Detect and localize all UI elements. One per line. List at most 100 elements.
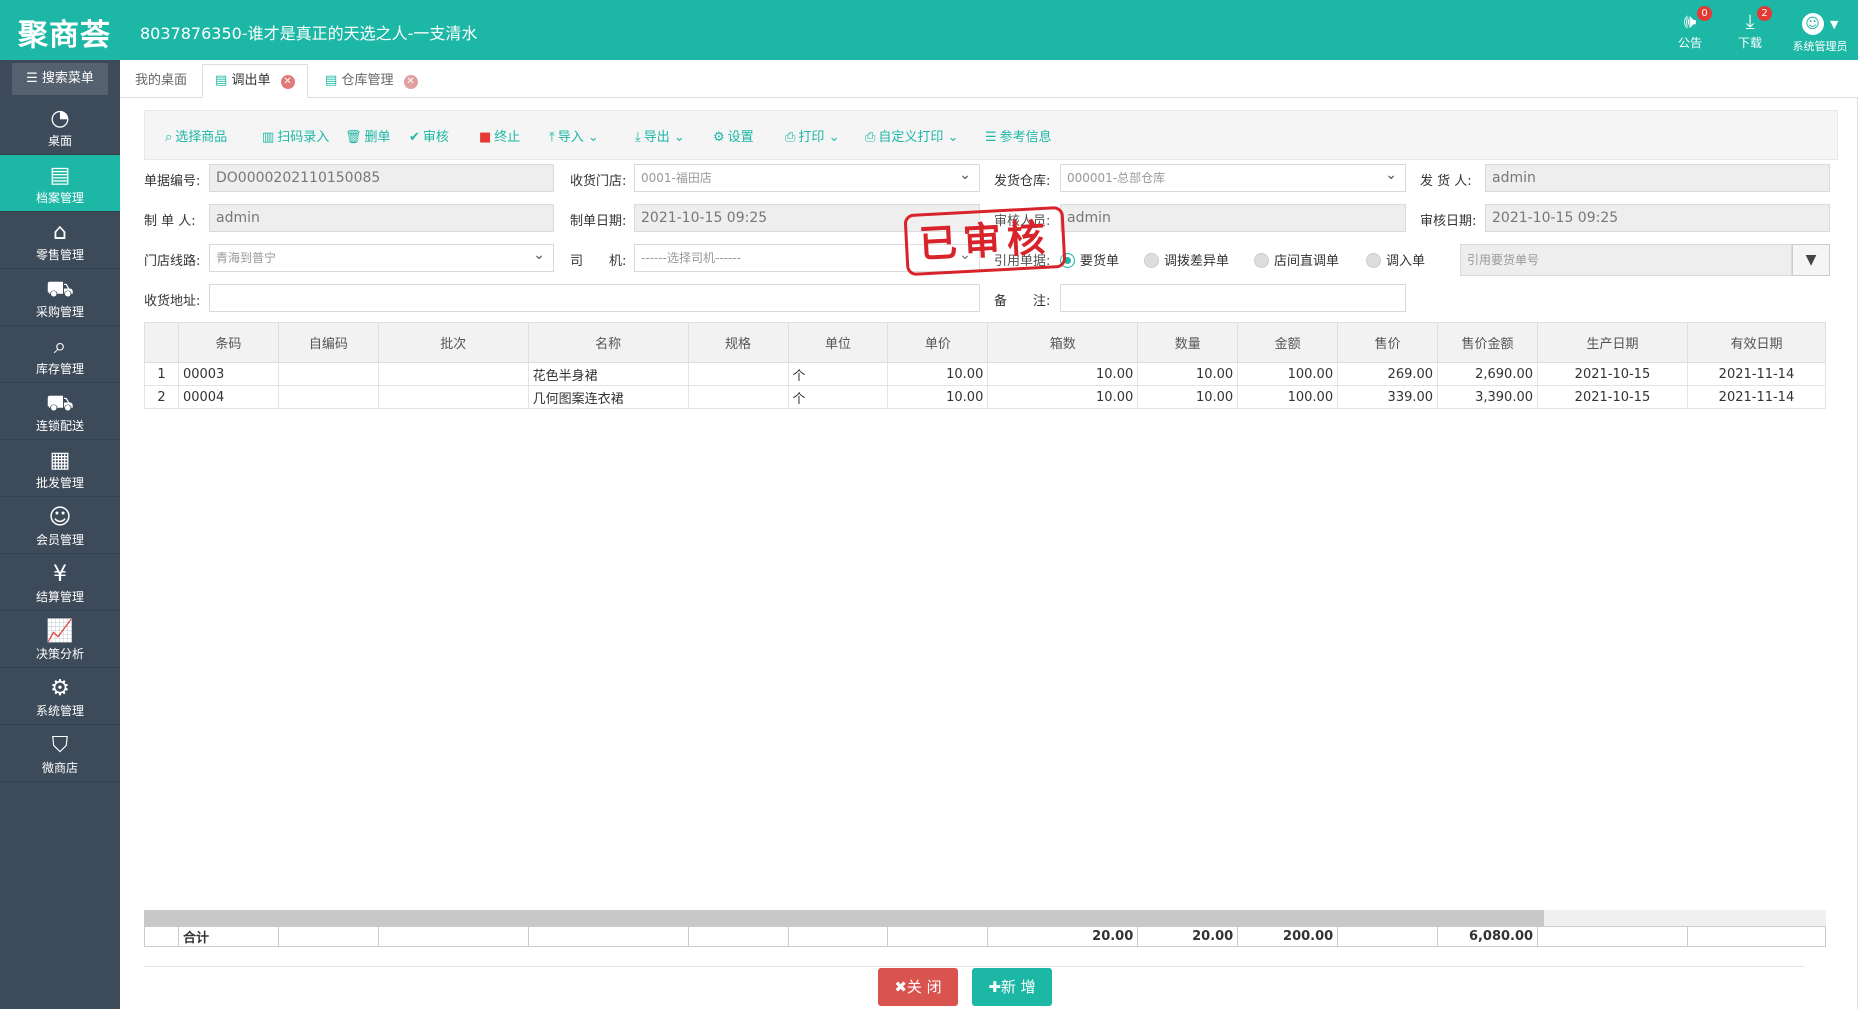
route-select[interactable]: 青海到普宁 (209, 244, 554, 272)
address-input[interactable] (209, 284, 980, 312)
scrollbar-thumb[interactable] (144, 910, 1544, 926)
printer-icon: ⎙ (865, 130, 876, 145)
sidebar-item-analysis[interactable]: 📈 决策分析 (0, 611, 120, 668)
sidebar-item-archive[interactable]: ▤ 档案管理 (0, 155, 120, 212)
yen-icon: ¥ (53, 562, 67, 587)
tab-transfer-out[interactable]: ▤ 调出单 ✕ (202, 64, 308, 98)
shipper-label: 发 货 人: (1420, 174, 1472, 189)
tab-warehouse[interactable]: ▤ 仓库管理 ✕ (312, 64, 431, 98)
maker-label: 制 单 人: (144, 214, 196, 229)
new-button[interactable]: ✚新 增 (972, 968, 1052, 1006)
chevron-down-icon: ⌄ (947, 130, 959, 145)
totals-row: 合计 20.00 20.00 200.00 6,080.00 (144, 926, 1827, 947)
col-expiry-date[interactable]: 有效日期 (1686, 322, 1827, 363)
total-quantity: 20.00 (1137, 926, 1239, 947)
col-unit-price[interactable]: 单价 (887, 322, 989, 363)
col-unit[interactable]: 单位 (787, 322, 889, 363)
remark-input[interactable] (1060, 284, 1406, 312)
doc-no-field[interactable]: DO0000202110150085 (209, 164, 554, 192)
select-goods-button[interactable]: ⌕ 选择商品 (165, 126, 227, 145)
sidebar-item-wholesale[interactable]: ▦ 批发管理 (0, 440, 120, 497)
recv-store-select[interactable]: 0001-福田店 (634, 164, 980, 192)
notice-button[interactable]: 🕪 0 公告 (1660, 6, 1720, 54)
list-icon: ☰ (985, 130, 997, 145)
export-icon: ⤓ (635, 130, 641, 145)
ref-no-input[interactable]: 引用要货单号 (1460, 244, 1792, 276)
horizontal-scrollbar[interactable] (144, 910, 1826, 926)
col-production-date[interactable]: 生产日期 (1537, 322, 1688, 363)
filter-icon: ▼ (1805, 252, 1817, 268)
ship-wh-select[interactable]: 000001-总部仓库 (1060, 164, 1406, 192)
archive-icon: ▤ (49, 163, 71, 188)
dashboard-icon: ◔ (50, 106, 70, 131)
audit-button[interactable]: ✔ 审核 (409, 126, 449, 145)
gear-icon: ⚙ (713, 130, 725, 145)
member-icon: ☺ (48, 505, 72, 530)
sidebar-item-microstore[interactable]: ⛉ 微商店 (0, 725, 120, 782)
radio-store-direct[interactable]: 店间直调单 (1254, 250, 1339, 269)
totals-row-table: 合计 20.00 20.00 200.00 6,080.00 (144, 926, 1827, 947)
col-spec[interactable]: 规格 (687, 322, 789, 363)
chevron-down-icon: ⌄ (587, 130, 599, 145)
sidebar-item-retail[interactable]: ⌂ 零售管理 (0, 212, 120, 269)
close-button[interactable]: ✖关 闭 (878, 968, 958, 1006)
col-self-code[interactable]: 自编码 (277, 322, 379, 363)
sidebar-item-member[interactable]: ☺ 会员管理 (0, 497, 120, 554)
radio-transfer-in[interactable]: 调入单 (1366, 250, 1425, 269)
col-barcode[interactable]: 条码 (177, 322, 279, 363)
sidebar-item-distribution[interactable]: ⛟ 连锁配送 (0, 383, 120, 440)
col-sale-price[interactable]: 售价 (1337, 322, 1439, 363)
col-sale-amount[interactable]: 售价金额 (1437, 322, 1538, 363)
audit-date-field[interactable]: 2021-10-15 09:25 (1485, 204, 1830, 232)
export-button[interactable]: ⤓ 导出 ⌄ (635, 126, 685, 145)
col-amount[interactable]: 金额 (1237, 322, 1339, 363)
top-header: 聚商荟 8037876350-谁才是真正的天选之人-一支清水 🕪 0 公告 ⤓ … (0, 0, 1858, 60)
col-name[interactable]: 名称 (527, 322, 689, 363)
reference-info-button[interactable]: ☰ 参考信息 (985, 126, 1052, 145)
table-row[interactable]: 2 00004 几何图案连衣裙 个 10.00 10.00 10.00 100.… (144, 385, 1827, 409)
sidebar-item-settlement[interactable]: ¥ 结算管理 (0, 554, 120, 611)
chart-icon: 📈 (46, 619, 74, 644)
terminate-button[interactable]: ■ 终止 (479, 126, 520, 145)
user-menu[interactable]: ☺ ▼ 系统管理员 (1782, 8, 1858, 54)
search-menu-button[interactable]: ☰ 搜索菜单 (12, 63, 108, 95)
radio-requisition[interactable]: 要货单 (1060, 250, 1119, 269)
trash-icon: 🗑 (345, 130, 362, 145)
radio-transfer-diff[interactable]: 调拨差异单 (1144, 250, 1229, 269)
tab-my-desktop[interactable]: 我的桌面 (122, 64, 200, 98)
filter-button[interactable]: ▼ (1792, 244, 1830, 276)
caret-down-icon: ▼ (1829, 18, 1839, 31)
col-batch[interactable]: 批次 (377, 322, 529, 363)
sidebar: ☰ 搜索菜单 ◔ 桌面 ▤ 档案管理 ⌂ 零售管理 ⛟ 采购管理 ⌕ 库存管理 ⛟ 连锁配送… (0, 60, 120, 1009)
avatar: ☺ (1801, 13, 1824, 35)
audited-stamp: 已审核 (903, 205, 1067, 277)
sidebar-item-purchase[interactable]: ⛟ 采购管理 (0, 269, 120, 326)
scan-input-button[interactable]: ▥ 扫码录入 (262, 126, 329, 145)
truck-icon: ⛟ (46, 391, 74, 416)
delete-button[interactable]: 🗑 删单 (345, 126, 391, 145)
sidebar-item-desktop[interactable]: ◔ 桌面 (0, 98, 120, 155)
goods-table: 条码 自编码 批次 名称 规格 单位 单价 箱数 数量 金额 售价 售价金额 生… (144, 322, 1827, 409)
download-button[interactable]: ⤓ 2 下载 (1720, 6, 1780, 54)
custom-print-button[interactable]: ⎙ 自定义打印 ⌄ (865, 126, 958, 145)
sidebar-item-inventory[interactable]: ⌕ 库存管理 (0, 326, 120, 383)
col-quantity[interactable]: 数量 (1137, 322, 1239, 363)
doc-no-label: 单据编号: (144, 174, 201, 189)
auditor-field[interactable]: admin (1060, 204, 1406, 232)
close-icon[interactable]: ✕ (280, 75, 295, 89)
import-icon: ⤒ (549, 130, 555, 145)
notice-label: 公告 (1677, 36, 1702, 50)
toolbar: ⌕ 选择商品 ▥ 扫码录入 🗑 删单 ✔ 审核 ■ 终止 ⤒ 导入 ⌄ ⤓ 导出 ⌄ ⚙ 设置 … (144, 110, 1838, 160)
cart-icon: ⛟ (46, 277, 74, 302)
table-row[interactable]: 1 00003 花色半身裙 个 10.00 10.00 10.00 100.00… (144, 362, 1827, 386)
col-box-count[interactable]: 箱数 (987, 322, 1139, 363)
print-button[interactable]: ⎙ 打印 ⌄ (785, 126, 839, 145)
printer-icon: ⎙ (785, 130, 796, 145)
shipper-field[interactable]: admin (1485, 164, 1830, 192)
maker-field[interactable]: admin (209, 204, 554, 232)
close-icon[interactable]: ✕ (403, 75, 418, 89)
sidebar-item-system[interactable]: ⚙ 系统管理 (0, 668, 120, 725)
import-button[interactable]: ⤒ 导入 ⌄ (549, 126, 599, 145)
settings-button[interactable]: ⚙ 设置 (713, 126, 754, 145)
menu-search-icon: ☰ (26, 71, 38, 86)
